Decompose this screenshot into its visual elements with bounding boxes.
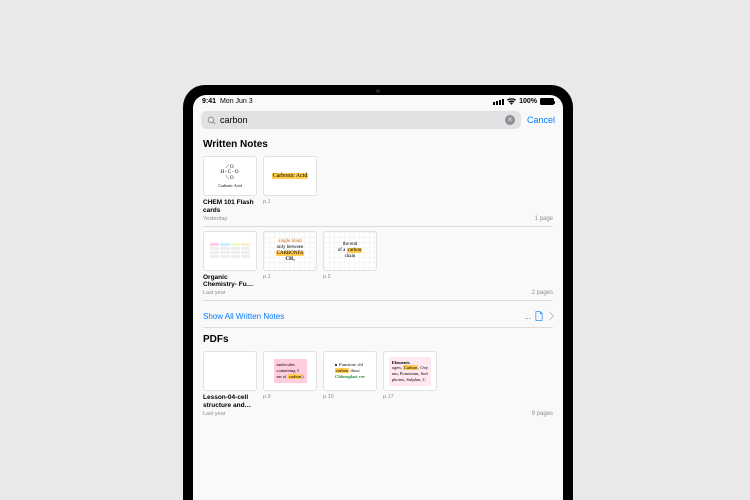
show-all-written-notes[interactable]: Show All Written Notes ... [203,305,553,328]
result-row: Lesson-04-cell structure and… Last year … [203,351,553,421]
result-subtitle: Yesterday [203,216,257,222]
result-subtitle: Last year [203,290,257,296]
status-time: 9:41 [202,98,216,105]
page-label: p.10 [323,394,377,400]
result-row: ⟋OH-C-O⟍OCarbonic Acid CHEM 101 Flash ca… [203,156,553,227]
page-label: p.17 [383,394,437,400]
search-input[interactable] [220,115,501,125]
thumbnail [203,231,257,271]
screen: 9:41 Mon Jun 3 100% ✕ Cancel Written Not… [193,95,563,500]
snippet: moleculescontaining 3ms of carbon) [274,359,307,383]
document-icon [534,311,544,321]
search-bar: ✕ Cancel [193,107,563,133]
signal-icon [493,99,504,105]
snippet: Function: chlcarbon dioxiChloroplast ver [332,359,368,383]
thumbnail: ⟋OH-C-O⟍OCarbonic Acid [203,156,257,196]
thumbnail [203,351,257,391]
result-title: Lesson-04-cell structure and… [203,394,257,410]
battery-pct: 100% [519,98,537,105]
result-page-card[interactable]: moleculescontaining 3ms of carbon) p.9 [263,351,317,417]
results-content: Written Notes ⟋OH-C-O⟍OCarbonic Acid CHE… [193,133,563,500]
result-page-card[interactable]: Carbonic Acid p.1 [263,156,317,222]
camera-dot [376,89,380,93]
thumbnail: the endof a carbonchain [323,231,377,271]
device-frame: 9:41 Mon Jun 3 100% ✕ Cancel Written Not… [183,85,573,500]
page-label: p.2 [323,274,377,280]
result-page-card[interactable]: the endof a carbonchain p.2 [323,231,377,297]
result-title: CHEM 101 Flash cards [203,199,257,215]
pages-count: 9 pages [532,411,553,417]
result-page-card[interactable]: Function: chlcarbon dioxiChloroplast ver… [323,351,377,417]
result-page-card[interactable]: single bondonly betweenCARBONESCH₃ p.1 [263,231,317,297]
thumbnail: moleculescontaining 3ms of carbon) [263,351,317,391]
result-source-card[interactable]: Lesson-04-cell structure and… Last year [203,351,257,417]
snippet: Elementsogen, Carbon, Oxyum, Potassium, … [389,357,431,386]
thumbnail: single bondonly betweenCARBONESCH₃ [263,231,317,271]
page-label: p.1 [263,199,317,205]
thumbnail: Elementsogen, Carbon, Oxyum, Potassium, … [383,351,437,391]
result-source-card[interactable]: Organic Chemistry- Fu… Last year [203,231,257,297]
pages-count: 2 pages [532,290,553,296]
thumbnail: Function: chlcarbon dioxiChloroplast ver [323,351,377,391]
status-date: Mon Jun 3 [220,98,253,105]
cancel-button[interactable]: Cancel [527,115,555,125]
clear-search-icon[interactable]: ✕ [505,115,515,125]
pages-count: 1 page [535,216,553,222]
thumbnail: Carbonic Acid [263,156,317,196]
result-subtitle: Last year [203,411,257,417]
status-bar: 9:41 Mon Jun 3 100% [193,95,563,107]
section-heading-pdfs: PDFs [203,334,553,345]
result-row: Organic Chemistry- Fu… Last year single … [203,231,553,302]
page-label: p.9 [263,394,317,400]
page-label: p.1 [263,274,317,280]
search-field-wrap[interactable]: ✕ [201,111,521,129]
chevron-right-icon [546,312,554,320]
battery-icon [540,98,554,105]
result-title: Organic Chemistry- Fu… [203,274,257,290]
show-all-label: Show All Written Notes [203,312,284,321]
wifi-icon [507,98,516,105]
section-heading-written: Written Notes [203,139,553,150]
result-source-card[interactable]: ⟋OH-C-O⟍OCarbonic Acid CHEM 101 Flash ca… [203,156,257,222]
result-page-card[interactable]: Elementsogen, Carbon, Oxyum, Potassium, … [383,351,437,417]
show-all-count: ... [524,312,531,321]
search-icon [207,116,216,125]
